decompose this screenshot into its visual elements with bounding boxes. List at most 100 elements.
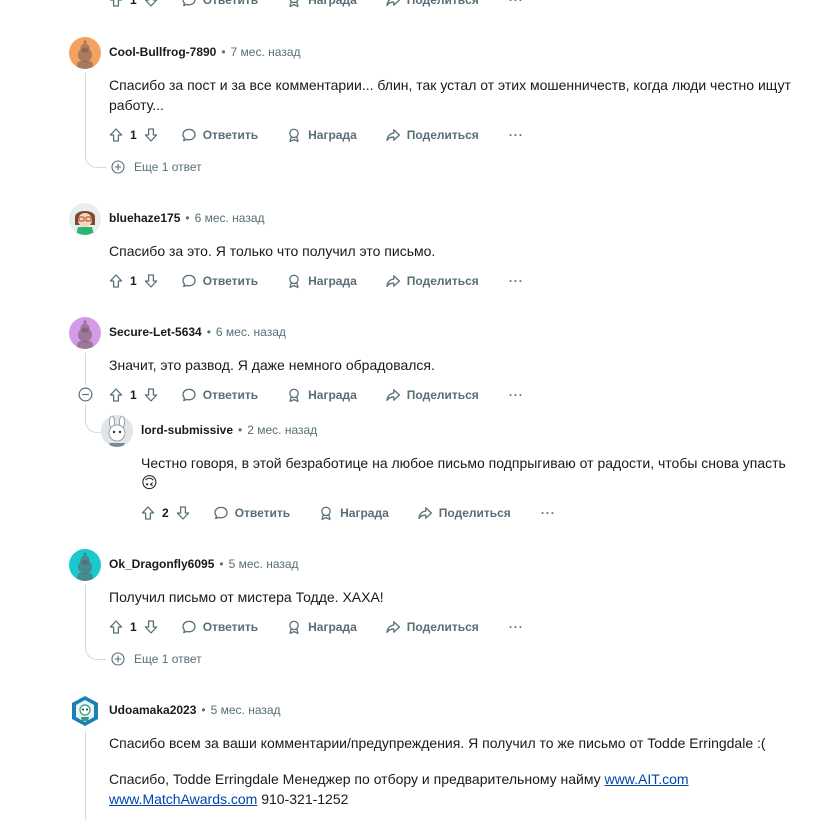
upvote-icon[interactable] bbox=[108, 127, 124, 143]
downvote-icon[interactable] bbox=[143, 127, 159, 143]
username-link[interactable]: Ok_Dragonfly6095 bbox=[109, 557, 214, 571]
reply-button[interactable]: Ответить bbox=[213, 505, 290, 521]
comment-bubble-icon bbox=[181, 273, 197, 289]
timestamp: 2 мес. назад bbox=[247, 423, 318, 437]
comment-bubble-icon bbox=[181, 127, 197, 143]
award-button[interactable]: Награда bbox=[286, 387, 357, 403]
reply-button[interactable]: Ответить bbox=[181, 619, 258, 635]
timestamp: 6 мес. назад bbox=[215, 325, 286, 339]
upvote-icon[interactable] bbox=[108, 273, 124, 289]
thread-line[interactable] bbox=[85, 731, 86, 820]
comment-actions: 1 Ответить Награда Поделиться ··· bbox=[108, 125, 524, 145]
comment-meta: Ok_Dragonfly6095 • 5 мес. назад bbox=[109, 557, 299, 571]
comment-bubble-icon bbox=[181, 0, 197, 8]
more-replies-button[interactable]: Еще 1 ответ bbox=[110, 159, 202, 175]
more-options-button[interactable]: ··· bbox=[509, 388, 524, 402]
upside-down-face-emoji: 🙃 bbox=[141, 475, 158, 492]
username-link[interactable]: Udoamaka2023 bbox=[109, 703, 196, 717]
comment-body: Получил письмо от мистера Тодде. ХАХА! bbox=[109, 589, 384, 605]
share-icon bbox=[385, 619, 401, 635]
avatar[interactable] bbox=[101, 415, 133, 447]
avatar[interactable] bbox=[69, 37, 101, 69]
comment-bubble-icon bbox=[181, 387, 197, 403]
reply-button[interactable]: Ответить bbox=[181, 0, 258, 8]
reply-actions: 2 Ответить Награда Поделиться ··· bbox=[140, 503, 556, 523]
award-icon bbox=[286, 619, 302, 635]
username-link[interactable]: Cool-Bullfrog-7890 bbox=[109, 45, 216, 59]
more-replies-button[interactable]: Еще 1 ответ bbox=[110, 651, 202, 667]
share-button[interactable]: Поделиться bbox=[385, 619, 479, 635]
thread-elbow bbox=[85, 140, 106, 168]
share-button[interactable]: Поделиться bbox=[385, 273, 479, 289]
thread-line[interactable] bbox=[85, 353, 86, 386]
vote-count: 2 bbox=[162, 506, 169, 520]
comment-signature: Спасибо, Todde Erringdale Менеджер по от… bbox=[109, 771, 689, 807]
avatar[interactable] bbox=[69, 317, 101, 349]
username-link[interactable]: Secure-Let-5634 bbox=[109, 325, 202, 339]
upvote-icon[interactable] bbox=[108, 619, 124, 635]
downvote-icon[interactable] bbox=[143, 619, 159, 635]
snoo-avatar-icon bbox=[69, 317, 101, 349]
downvote-icon[interactable] bbox=[143, 0, 159, 8]
collapse-thread-icon[interactable] bbox=[77, 386, 94, 403]
comment-actions: 1 Ответить Награда Поделиться ··· bbox=[108, 385, 524, 405]
snoo-avatar-icon bbox=[69, 549, 101, 581]
vote-control: 1 bbox=[108, 387, 159, 403]
share-button[interactable]: Поделиться bbox=[417, 505, 511, 521]
share-icon bbox=[417, 505, 433, 521]
more-options-button[interactable]: ··· bbox=[509, 274, 524, 288]
comment-meta: Cool-Bullfrog-7890 • 7 мес. назад bbox=[109, 45, 301, 59]
share-icon bbox=[385, 273, 401, 289]
reply-button[interactable]: Ответить bbox=[181, 273, 258, 289]
award-button[interactable]: Награда bbox=[286, 0, 357, 8]
username-link[interactable]: lord-submissive bbox=[141, 423, 233, 437]
vote-control: 1 bbox=[108, 127, 159, 143]
avatar[interactable] bbox=[69, 695, 101, 727]
downvote-icon[interactable] bbox=[143, 273, 159, 289]
avatar[interactable] bbox=[69, 549, 101, 581]
reply-button[interactable]: Ответить bbox=[181, 387, 258, 403]
vote-count: 1 bbox=[130, 620, 137, 634]
comment-body: Спасибо за пост и за все комментарии... … bbox=[109, 77, 791, 113]
anime-avatar-icon bbox=[69, 203, 101, 235]
ait-link[interactable]: www.AIT.com bbox=[605, 771, 689, 787]
timestamp: 5 мес. назад bbox=[210, 703, 281, 717]
avatar[interactable] bbox=[69, 203, 101, 235]
upvote-icon[interactable] bbox=[108, 387, 124, 403]
downvote-icon[interactable] bbox=[143, 387, 159, 403]
comment-meta: Secure-Let-5634 • 6 мес. назад bbox=[109, 325, 286, 339]
more-options-button[interactable]: ··· bbox=[509, 128, 524, 142]
more-options-button[interactable]: ··· bbox=[541, 506, 556, 520]
thread-elbow bbox=[85, 404, 102, 433]
vote-count: 1 bbox=[130, 128, 137, 142]
comment-bubble-icon bbox=[181, 619, 197, 635]
award-icon bbox=[286, 387, 302, 403]
reply-button[interactable]: Ответить bbox=[181, 127, 258, 143]
upvote-icon[interactable] bbox=[108, 0, 124, 8]
award-button[interactable]: Награда bbox=[286, 127, 357, 143]
vote-control: 1 bbox=[108, 273, 159, 289]
expand-plus-icon bbox=[110, 159, 126, 175]
comment-actions-partial: 1 Ответить Награда Поделиться ··· bbox=[108, 0, 524, 10]
thread-elbow bbox=[85, 632, 106, 660]
share-button[interactable]: Поделиться bbox=[385, 127, 479, 143]
vote-count: 1 bbox=[130, 274, 137, 288]
timestamp: 7 мес. назад bbox=[230, 45, 301, 59]
reply-meta: lord-submissive • 2 мес. назад bbox=[141, 423, 318, 437]
reply-body: Честно говоря, в этой безработице на люб… bbox=[141, 455, 786, 492]
share-button[interactable]: Поделиться bbox=[385, 0, 479, 8]
matchawards-link[interactable]: www.MatchAwards.com bbox=[109, 791, 257, 807]
more-options-button[interactable]: ··· bbox=[509, 0, 524, 7]
award-button[interactable]: Награда bbox=[318, 505, 389, 521]
award-button[interactable]: Награда bbox=[286, 619, 357, 635]
award-button[interactable]: Награда bbox=[286, 273, 357, 289]
vote-control: 1 bbox=[108, 619, 159, 635]
timestamp: 5 мес. назад bbox=[228, 557, 299, 571]
share-button[interactable]: Поделиться bbox=[385, 387, 479, 403]
award-icon bbox=[286, 273, 302, 289]
more-options-button[interactable]: ··· bbox=[509, 620, 524, 634]
username-link[interactable]: bluehaze175 bbox=[109, 211, 180, 225]
downvote-icon[interactable] bbox=[175, 505, 191, 521]
comment-meta: Udoamaka2023 • 5 мес. назад bbox=[109, 703, 281, 717]
upvote-icon[interactable] bbox=[140, 505, 156, 521]
